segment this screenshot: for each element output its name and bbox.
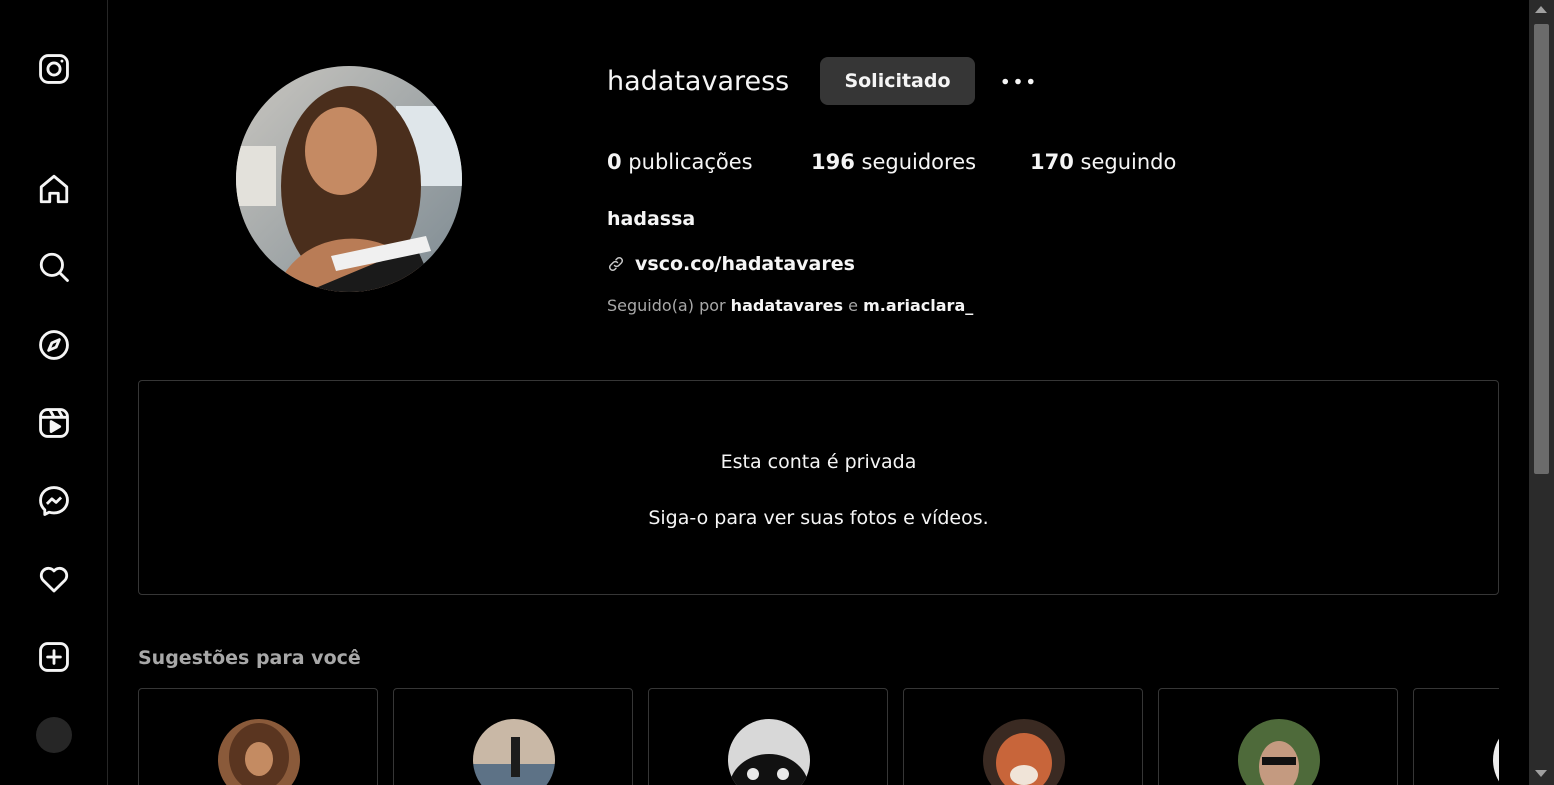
- search-icon[interactable]: [36, 249, 72, 285]
- suggestion-avatar[interactable]: [983, 719, 1065, 785]
- profile-full-name: hadassa: [607, 208, 696, 230]
- followed-by-account-2[interactable]: m.ariaclara_: [863, 296, 973, 315]
- suggestion-card[interactable]: [393, 688, 633, 785]
- explore-compass-icon[interactable]: [36, 327, 72, 363]
- profile-avatar[interactable]: [36, 717, 72, 753]
- bio-link-text: vsco.co/hadatavares: [635, 253, 855, 275]
- suggestion-card[interactable]: [138, 688, 378, 785]
- reels-icon[interactable]: [36, 405, 72, 441]
- following-link[interactable]: 170 seguindo: [1030, 146, 1176, 178]
- create-plus-icon[interactable]: [36, 639, 72, 675]
- scroll-down-arrow-icon[interactable]: [1535, 770, 1547, 777]
- followers-link[interactable]: 196 seguidores: [811, 146, 976, 178]
- heart-notifications-icon[interactable]: [36, 561, 72, 597]
- scroll-thumb[interactable]: [1534, 24, 1549, 474]
- link-icon: [608, 256, 624, 272]
- suggestion-card[interactable]: [1158, 688, 1398, 785]
- suggestion-avatar[interactable]: [728, 719, 810, 785]
- instagram-logo-icon[interactable]: [36, 51, 72, 87]
- private-account-title: Esta conta é privada: [720, 451, 917, 473]
- posts-count: 0 publicações: [607, 150, 753, 174]
- bio-link[interactable]: vsco.co/hadatavares: [607, 250, 855, 278]
- followed-by-account-1[interactable]: hadatavares: [731, 296, 843, 315]
- messenger-icon[interactable]: [36, 483, 72, 519]
- home-icon[interactable]: [36, 171, 72, 207]
- suggestion-card[interactable]: [903, 688, 1143, 785]
- more-options-icon[interactable]: [998, 66, 1038, 96]
- suggestion-avatar[interactable]: [218, 719, 300, 785]
- suggestion-card[interactable]: [1413, 688, 1499, 785]
- suggestions-carousel: [138, 688, 1499, 785]
- suggestions-title: Sugestões para você: [138, 647, 361, 669]
- sidebar-nav: [0, 0, 108, 785]
- private-account-box: [138, 380, 1499, 595]
- page-scrollbar[interactable]: [1529, 0, 1554, 785]
- requested-follow-button[interactable]: Solicitado: [820, 57, 975, 105]
- private-account-subtitle: Siga-o para ver suas fotos e vídeos.: [648, 507, 989, 529]
- suggestion-avatar[interactable]: [1493, 719, 1499, 785]
- suggestion-avatar[interactable]: [473, 719, 555, 785]
- scroll-up-arrow-icon[interactable]: [1535, 6, 1547, 13]
- profile-username: hadatavaress: [607, 66, 790, 97]
- profile-picture[interactable]: [236, 66, 462, 292]
- suggestion-card[interactable]: [648, 688, 888, 785]
- followed-by-text: Seguido(a) por hadatavares e m.ariaclara…: [607, 296, 974, 315]
- suggestion-avatar[interactable]: [1238, 719, 1320, 785]
